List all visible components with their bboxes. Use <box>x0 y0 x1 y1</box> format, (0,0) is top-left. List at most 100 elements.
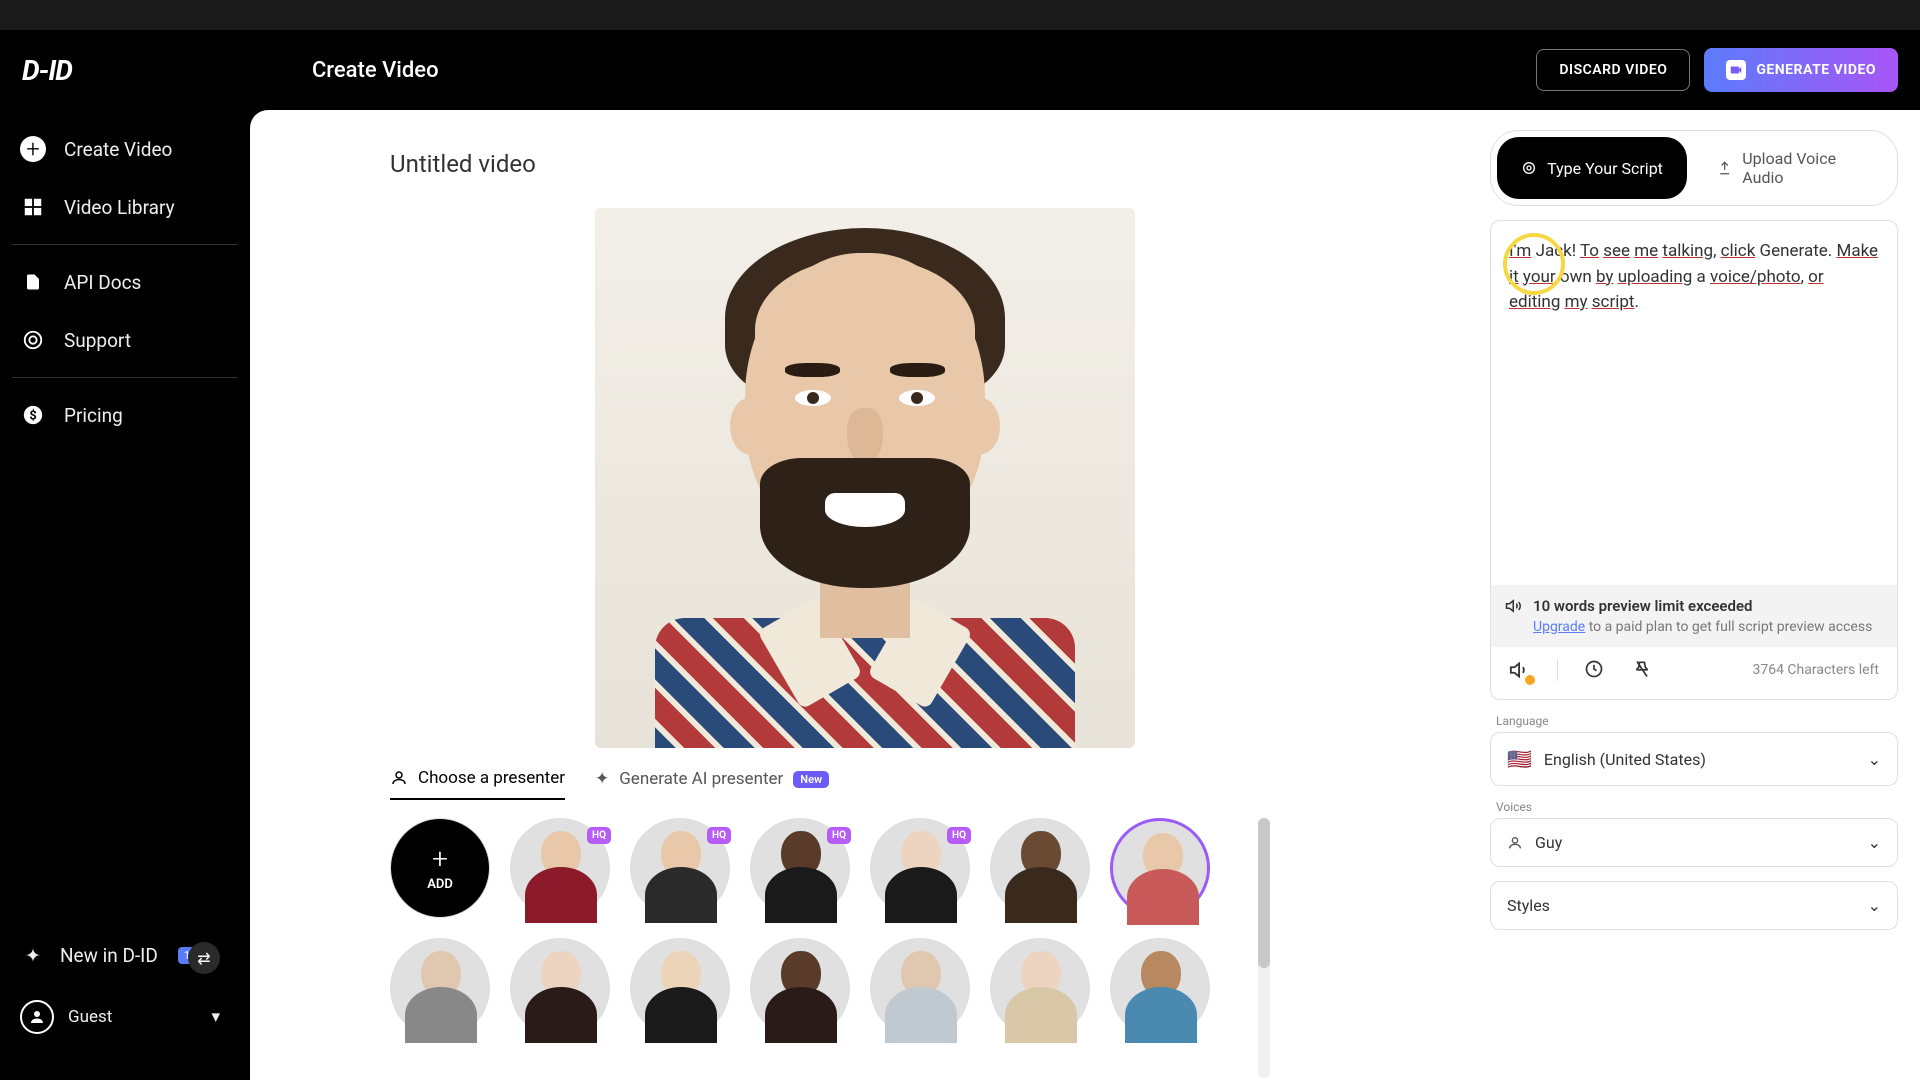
limit-rest: to a paid plan to get full script previe… <box>1585 619 1872 635</box>
nav-label: Support <box>64 329 131 352</box>
target-icon <box>1521 160 1537 176</box>
chars-remaining: 3764 Characters left <box>1752 662 1879 678</box>
presenter-thumb-selected[interactable] <box>1110 818 1210 918</box>
user-icon <box>20 1000 54 1034</box>
script-text[interactable]: I'm Jack! To see me talking, click Gener… <box>1509 239 1879 585</box>
divider <box>12 377 238 378</box>
hq-badge: HQ <box>707 827 731 844</box>
styles-value: Styles <box>1507 896 1550 915</box>
tab-choose-presenter[interactable]: Choose a presenter <box>390 768 565 800</box>
presenter-thumb[interactable]: HQ <box>630 818 730 918</box>
presenter-preview <box>595 208 1135 748</box>
tab-type-script[interactable]: Type Your Script <box>1497 137 1687 199</box>
plus-icon: + <box>20 136 46 162</box>
nav-api-docs[interactable]: API Docs <box>0 253 250 311</box>
nav-label: Create Video <box>64 138 172 161</box>
presenter-thumb[interactable] <box>630 938 730 1038</box>
chevron-down-icon: ⌄ <box>1868 833 1881 852</box>
language-dropdown[interactable]: 🇺🇸 English (United States) ⌄ <box>1490 732 1898 786</box>
scrollbar-thumb[interactable] <box>1258 818 1270 968</box>
tab-label: Type Your Script <box>1547 159 1663 178</box>
tab-upload-audio[interactable]: Upload Voice Audio <box>1701 137 1891 199</box>
language-value: English (United States) <box>1544 750 1706 769</box>
user-icon <box>390 769 408 787</box>
hq-badge: HQ <box>827 827 851 844</box>
presenter-thumb[interactable] <box>990 938 1090 1038</box>
chevron-down-icon: ▾ <box>211 1007 220 1027</box>
scrollbar[interactable] <box>1258 818 1270 1078</box>
chevron-down-icon: ⌄ <box>1868 750 1881 769</box>
hq-badge: HQ <box>947 827 971 844</box>
sparkle-icon: ✦ <box>20 942 46 968</box>
listen-button[interactable] <box>1509 659 1531 681</box>
grid-icon <box>20 194 46 220</box>
person-icon <box>1507 835 1523 851</box>
app-header: D-ID Create Video DISCARD VIDEO GENERATE… <box>0 30 1920 110</box>
document-icon <box>20 269 46 295</box>
plus-icon: + <box>432 845 448 873</box>
sidebar: + Create Video Video Library API Docs Su… <box>0 110 250 1080</box>
presenter-thumb[interactable] <box>870 938 970 1038</box>
upgrade-link[interactable]: Upgrade <box>1533 619 1585 635</box>
presenter-thumb[interactable]: HQ <box>870 818 970 918</box>
voices-dropdown[interactable]: Guy ⌄ <box>1490 818 1898 867</box>
presenter-thumb[interactable] <box>510 938 610 1038</box>
preview-limit-notice: 10 words preview limit exceeded Upgrade … <box>1491 585 1897 647</box>
presenter-tabs: Choose a presenter ✦ Generate AI present… <box>300 768 1430 800</box>
presenter-thumb[interactable] <box>1110 938 1210 1038</box>
script-toolbar: 3764 Characters left <box>1509 647 1879 681</box>
flag-icon: 🇺🇸 <box>1507 747 1532 771</box>
voices-value: Guy <box>1535 833 1562 852</box>
lifebuoy-icon <box>20 327 46 353</box>
presenter-thumb[interactable]: HQ <box>510 818 610 918</box>
limit-title: 10 words preview limit exceeded <box>1533 597 1752 615</box>
speaker-icon <box>1505 597 1523 615</box>
svg-text:$: $ <box>29 409 36 424</box>
new-badge: New <box>793 771 829 788</box>
nav-label: Video Library <box>64 196 175 219</box>
logo: D-ID <box>22 54 72 87</box>
presenter-thumb[interactable] <box>390 938 490 1038</box>
swap-icon[interactable]: ⇄ <box>188 942 220 974</box>
guest-label: Guest <box>68 1007 112 1027</box>
presenter-thumb[interactable] <box>750 938 850 1038</box>
new-in-label: New in D-ID <box>60 944 158 967</box>
styles-dropdown[interactable]: Styles ⌄ <box>1490 881 1898 930</box>
clock-button[interactable] <box>1584 659 1606 681</box>
generate-video-button[interactable]: GENERATE VIDEO <box>1704 48 1898 92</box>
unpin-button[interactable] <box>1632 659 1654 681</box>
nav-label: API Docs <box>64 271 141 294</box>
presenter-grid: + ADD HQ HQ HQ HQ <box>300 818 1240 1038</box>
divider <box>12 244 238 245</box>
discard-video-button[interactable]: DISCARD VIDEO <box>1536 49 1690 91</box>
nav-support[interactable]: Support <box>0 311 250 369</box>
language-label: Language <box>1496 714 1898 728</box>
user-menu[interactable]: Guest ▾ <box>0 984 250 1050</box>
generate-label: GENERATE VIDEO <box>1756 62 1876 78</box>
upload-icon <box>1717 160 1732 176</box>
chevron-down-icon: ⌄ <box>1868 896 1881 915</box>
video-icon <box>1726 60 1746 80</box>
main-canvas: Untitled video Choose a presenter ✦ Ge <box>250 110 1480 1080</box>
sparkle-icon: ✦ <box>595 769 609 789</box>
add-presenter-button[interactable]: + ADD <box>390 818 490 918</box>
add-label: ADD <box>427 877 453 892</box>
hq-badge: HQ <box>587 827 611 844</box>
tab-label: Generate AI presenter <box>619 769 783 789</box>
script-editor[interactable]: I'm Jack! To see me talking, click Gener… <box>1490 220 1898 700</box>
tab-label: Upload Voice Audio <box>1742 149 1875 187</box>
browser-topbar <box>0 0 1920 30</box>
tab-generate-ai[interactable]: ✦ Generate AI presenter New <box>595 768 829 800</box>
highlight-ring <box>1503 233 1565 295</box>
nav-video-library[interactable]: Video Library <box>0 178 250 236</box>
nav-pricing[interactable]: $ Pricing <box>0 386 250 444</box>
nav-label: Pricing <box>64 404 123 427</box>
script-mode-tabs: Type Your Script Upload Voice Audio <box>1490 130 1898 206</box>
video-title-input[interactable]: Untitled video <box>390 150 1430 178</box>
nav-create-video[interactable]: + Create Video <box>0 120 250 178</box>
dollar-icon: $ <box>20 402 46 428</box>
tab-label: Choose a presenter <box>418 768 565 788</box>
page-title: Create Video <box>312 58 439 83</box>
presenter-thumb[interactable] <box>990 818 1090 918</box>
presenter-thumb[interactable]: HQ <box>750 818 850 918</box>
